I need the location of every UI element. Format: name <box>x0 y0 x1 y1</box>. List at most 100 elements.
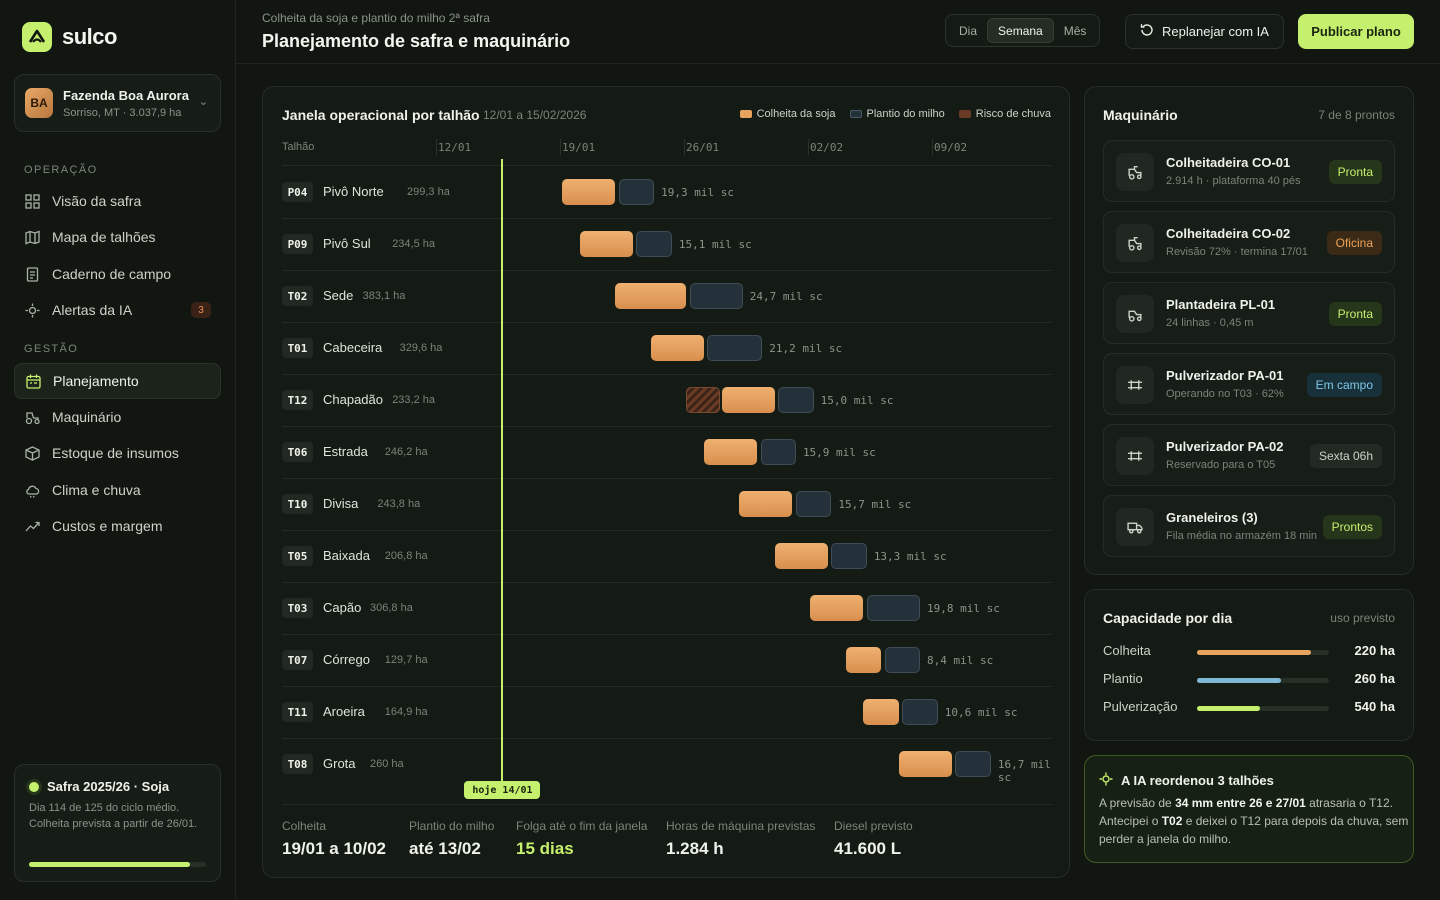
harvest-bar[interactable] <box>739 491 793 517</box>
legend-item-plantio: Plantio do milho <box>849 108 945 120</box>
capacity-value: 260 ha <box>1354 671 1395 686</box>
field-name[interactable]: Córrego <box>323 652 370 667</box>
machine-detail: Revisão 72% · termina 17/01 <box>1166 246 1308 258</box>
sidebar-item-label: Mapa de talhões <box>52 229 156 245</box>
harvest-bar[interactable] <box>703 439 757 465</box>
field-name[interactable]: Aroeira <box>323 704 365 719</box>
machine-detail: 2.914 h · plataforma 40 pés <box>1166 175 1301 187</box>
view-semana-button[interactable]: Semana <box>987 18 1054 43</box>
stat-label: Folga até o fim da janela <box>516 819 648 833</box>
machine-card[interactable]: Plantadeira PL-01 24 linhas · 0,45 m Pront… <box>1103 282 1395 344</box>
sidebar-item-custos-margem[interactable]: Custos e margem <box>14 508 221 544</box>
row-divider <box>282 478 1052 479</box>
sidebar-item-estoque-insumos[interactable]: Estoque de insumos <box>14 435 221 471</box>
capacity-label: Pulverização <box>1103 699 1178 714</box>
harvest-bar[interactable] <box>579 231 633 257</box>
field-yield-label: 13,3 mil sc <box>873 550 947 563</box>
cloud-icon <box>24 482 40 498</box>
sidebar-item-planejamento[interactable]: Planejamento <box>14 363 221 399</box>
sidebar-item-label: Custos e margem <box>52 518 163 534</box>
legend-swatch-icon <box>958 110 971 118</box>
machine-card[interactable]: Colheitadeira CO-02 Revisão 72% · termina… <box>1103 211 1395 273</box>
planting-bar[interactable] <box>707 335 763 361</box>
date-gridline <box>560 139 561 155</box>
view-dia-button[interactable]: Dia <box>949 18 987 43</box>
sidebar-item-clima-chuva[interactable]: Clima e chuva <box>14 472 221 508</box>
planting-bar[interactable] <box>795 491 832 517</box>
row-divider <box>282 738 1052 739</box>
ai-reorder-card[interactable]: A IA reordenou 3 talhões A previsão de 3… <box>1084 755 1414 863</box>
date-tick-label: 26/01 <box>686 141 720 154</box>
field-name[interactable]: Estrada <box>323 444 368 459</box>
planting-bar[interactable] <box>955 751 991 777</box>
planting-bar[interactable] <box>831 543 867 569</box>
field-area: 329,6 ha <box>399 342 443 354</box>
farm-location: Sorriso, MT · 3.037,9 ha <box>63 106 182 119</box>
field-name[interactable]: Chapadão <box>323 392 383 407</box>
machine-name: Colheitadeira CO-02 <box>1166 226 1291 241</box>
sidebar-item-mapa-talhoes[interactable]: Mapa de talhões <box>14 219 221 255</box>
field-name[interactable]: Sede <box>323 288 353 303</box>
publish-plan-button[interactable]: Publicar plano <box>1298 14 1414 49</box>
capacity-row: Colheita 220 ha <box>1103 641 1395 661</box>
farm-name: Fazenda Boa Aurora <box>63 87 189 103</box>
truck-icon <box>1116 508 1154 546</box>
planting-bar[interactable] <box>618 179 655 205</box>
field-name[interactable]: Divisa <box>323 496 358 511</box>
harvest-bar[interactable] <box>774 543 828 569</box>
machine-card[interactable]: Graneleiros (3) Fila média no armazém 18 … <box>1103 495 1395 557</box>
sidebar-item-visao-safra[interactable]: Visão da safra <box>14 183 221 219</box>
harvest-bar[interactable] <box>845 647 881 673</box>
view-mes-button[interactable]: Mês <box>1054 18 1097 43</box>
sidebar-item-alertas-ia[interactable]: Alertas da IA 3 <box>14 292 221 328</box>
field-yield-label: 24,7 mil sc <box>749 290 823 303</box>
field-name[interactable]: Pivô Sul <box>323 236 371 251</box>
planting-bar[interactable] <box>884 647 920 673</box>
planting-bar[interactable] <box>760 439 796 465</box>
harvest-bar[interactable] <box>562 179 616 205</box>
machine-card[interactable]: Colheitadeira CO-01 2.914 h · plataforma … <box>1103 140 1395 202</box>
machine-card[interactable]: Pulverizador PA-01 Operando no T03 · 62% E… <box>1103 353 1395 415</box>
harvest-bar[interactable] <box>810 595 864 621</box>
planting-bar[interactable] <box>902 699 938 725</box>
field-name[interactable]: Grota <box>323 756 356 771</box>
farm-selector[interactable]: BA Fazenda Boa Aurora Sorriso, MT · 3.03… <box>14 74 221 132</box>
capacity-bar-fill <box>1197 650 1311 655</box>
date-gridline <box>436 139 437 155</box>
date-gridline <box>932 139 933 155</box>
harvest-bar[interactable] <box>615 283 687 309</box>
calendar-icon <box>25 373 41 389</box>
planting-bar[interactable] <box>689 283 743 309</box>
legend-swatch-icon <box>849 110 862 118</box>
harvest-bar[interactable] <box>650 335 704 361</box>
top-header: Colheita da soja e plantio do milho 2ª s… <box>236 0 1440 64</box>
replan-ai-button[interactable]: Replanejar com IA <box>1125 14 1284 49</box>
stat-label: Diesel previsto <box>834 819 913 833</box>
harvest-bar[interactable] <box>721 387 775 413</box>
field-code-badge: T12 <box>282 390 313 410</box>
brand-name: sulco <box>62 24 117 49</box>
rain-risk-bar[interactable] <box>686 387 720 413</box>
planting-bar[interactable] <box>866 595 920 621</box>
machine-detail: Fila média no armazém 18 min <box>1166 530 1318 542</box>
field-name[interactable]: Cabeceira <box>323 340 382 355</box>
stat-value: 19/01 a 10/02 <box>282 839 386 858</box>
field-name[interactable]: Pivô Norte <box>323 184 384 199</box>
sidebar-item-caderno-campo[interactable]: Caderno de campo <box>14 256 221 292</box>
harvest-bar[interactable] <box>863 699 899 725</box>
harvester-icon <box>1116 224 1154 262</box>
logo[interactable]: sulco <box>22 22 117 52</box>
planting-bar[interactable] <box>778 387 814 413</box>
notebook-icon <box>24 266 40 282</box>
stat-value: 1.284 h <box>666 839 724 858</box>
machine-card[interactable]: Pulverizador PA-02 Reservado para o T05 Se… <box>1103 424 1395 486</box>
sidebar-item-maquinario[interactable]: Maquinário <box>14 399 221 435</box>
field-name[interactable]: Baixada <box>323 548 370 563</box>
field-code-badge: T05 <box>282 546 313 566</box>
harvest-bar[interactable] <box>898 751 952 777</box>
column-header-talhao: Talhão <box>282 141 315 153</box>
capacity-panel: Capacidade por dia uso previsto Colheita… <box>1084 589 1414 741</box>
machine-name: Pulverizador PA-02 <box>1166 439 1284 454</box>
planting-bar[interactable] <box>636 231 672 257</box>
field-name[interactable]: Capão <box>323 600 361 615</box>
